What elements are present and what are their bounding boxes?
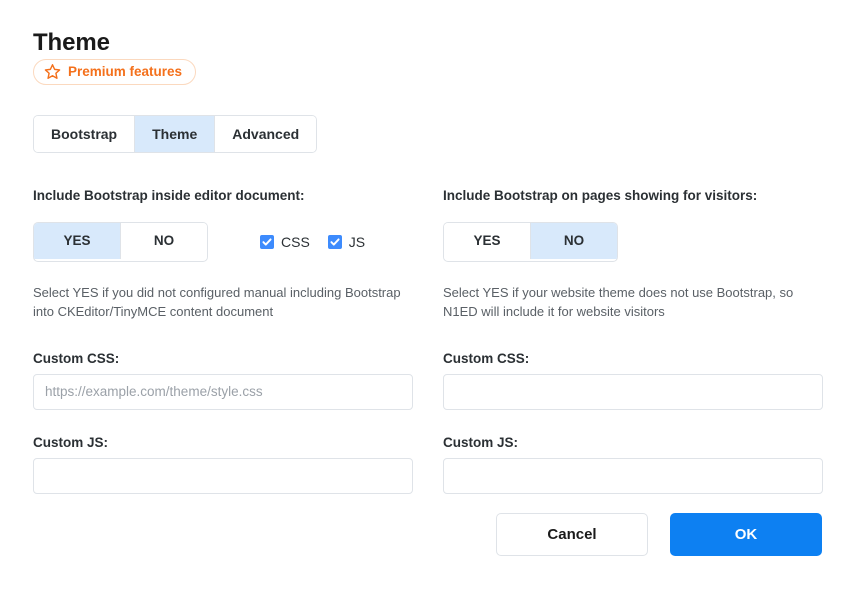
checkbox-js-label: JS xyxy=(348,233,366,250)
visitor-custom-js-group: Custom JS: xyxy=(443,435,823,494)
editor-document-yes-button[interactable]: YES xyxy=(34,222,121,259)
editor-document-help-text: Select YES if you did not configured man… xyxy=(33,284,401,319)
editor-custom-js-label: Custom JS: xyxy=(33,434,109,450)
editor-custom-js-input[interactable] xyxy=(33,457,413,494)
editor-custom-css-label: Custom CSS: xyxy=(33,350,120,366)
theme-settings-dialog: Theme Premium features Bootstrap Theme A… xyxy=(0,0,854,591)
tab-bar: Bootstrap Theme Advanced xyxy=(33,115,318,153)
visitor-pages-section-label: Include Bootstrap on pages showing for v… xyxy=(443,188,758,203)
visitor-pages-help-text: Select YES if your website theme does no… xyxy=(443,284,794,319)
checkbox-css-label: CSS xyxy=(281,233,310,250)
premium-badge-label: Premium features xyxy=(68,63,183,79)
visitor-pages-column: Include Bootstrap on pages showing for v… xyxy=(443,180,823,494)
editor-document-column: Include Bootstrap inside editor document… xyxy=(33,180,413,494)
visitor-pages-no-button[interactable]: NO xyxy=(531,222,617,259)
page-title: Theme xyxy=(33,29,110,56)
editor-custom-css-input[interactable] xyxy=(33,373,413,410)
ok-button[interactable]: OK xyxy=(670,513,822,556)
editor-document-controls: YES NO CSS JS xyxy=(33,221,413,262)
visitor-custom-js-input[interactable] xyxy=(443,457,823,494)
visitor-pages-toggle-group: YES NO xyxy=(443,221,618,262)
editor-document-section-label: Include Bootstrap inside editor document… xyxy=(33,188,305,203)
visitor-custom-js-label: Custom JS: xyxy=(443,434,519,450)
visitor-pages-yes-button[interactable]: YES xyxy=(444,222,531,259)
tab-bootstrap[interactable]: Bootstrap xyxy=(34,116,136,152)
visitor-custom-css-input[interactable] xyxy=(443,373,823,410)
star-outline-icon xyxy=(44,63,61,80)
visitor-custom-css-label: Custom CSS: xyxy=(443,350,530,366)
visitor-custom-css-group: Custom CSS: xyxy=(443,351,823,410)
check-icon xyxy=(327,234,342,249)
dialog-footer: Cancel OK xyxy=(496,513,822,556)
tab-theme[interactable]: Theme xyxy=(135,116,216,152)
visitor-pages-controls: YES NO xyxy=(443,221,823,262)
premium-features-badge: Premium features xyxy=(33,59,197,85)
editor-document-checkbox-group: CSS JS xyxy=(260,234,365,250)
cancel-button[interactable]: Cancel xyxy=(496,513,648,556)
editor-document-no-button[interactable]: NO xyxy=(121,222,207,259)
checkbox-js[interactable]: JS xyxy=(327,233,366,250)
editor-document-toggle-group: YES NO xyxy=(33,221,208,262)
tab-advanced[interactable]: Advanced xyxy=(215,116,317,152)
editor-custom-css-group: Custom CSS: xyxy=(33,351,413,410)
checkbox-css[interactable]: CSS xyxy=(260,234,310,250)
check-icon xyxy=(260,234,274,249)
editor-custom-js-group: Custom JS: xyxy=(33,435,413,494)
